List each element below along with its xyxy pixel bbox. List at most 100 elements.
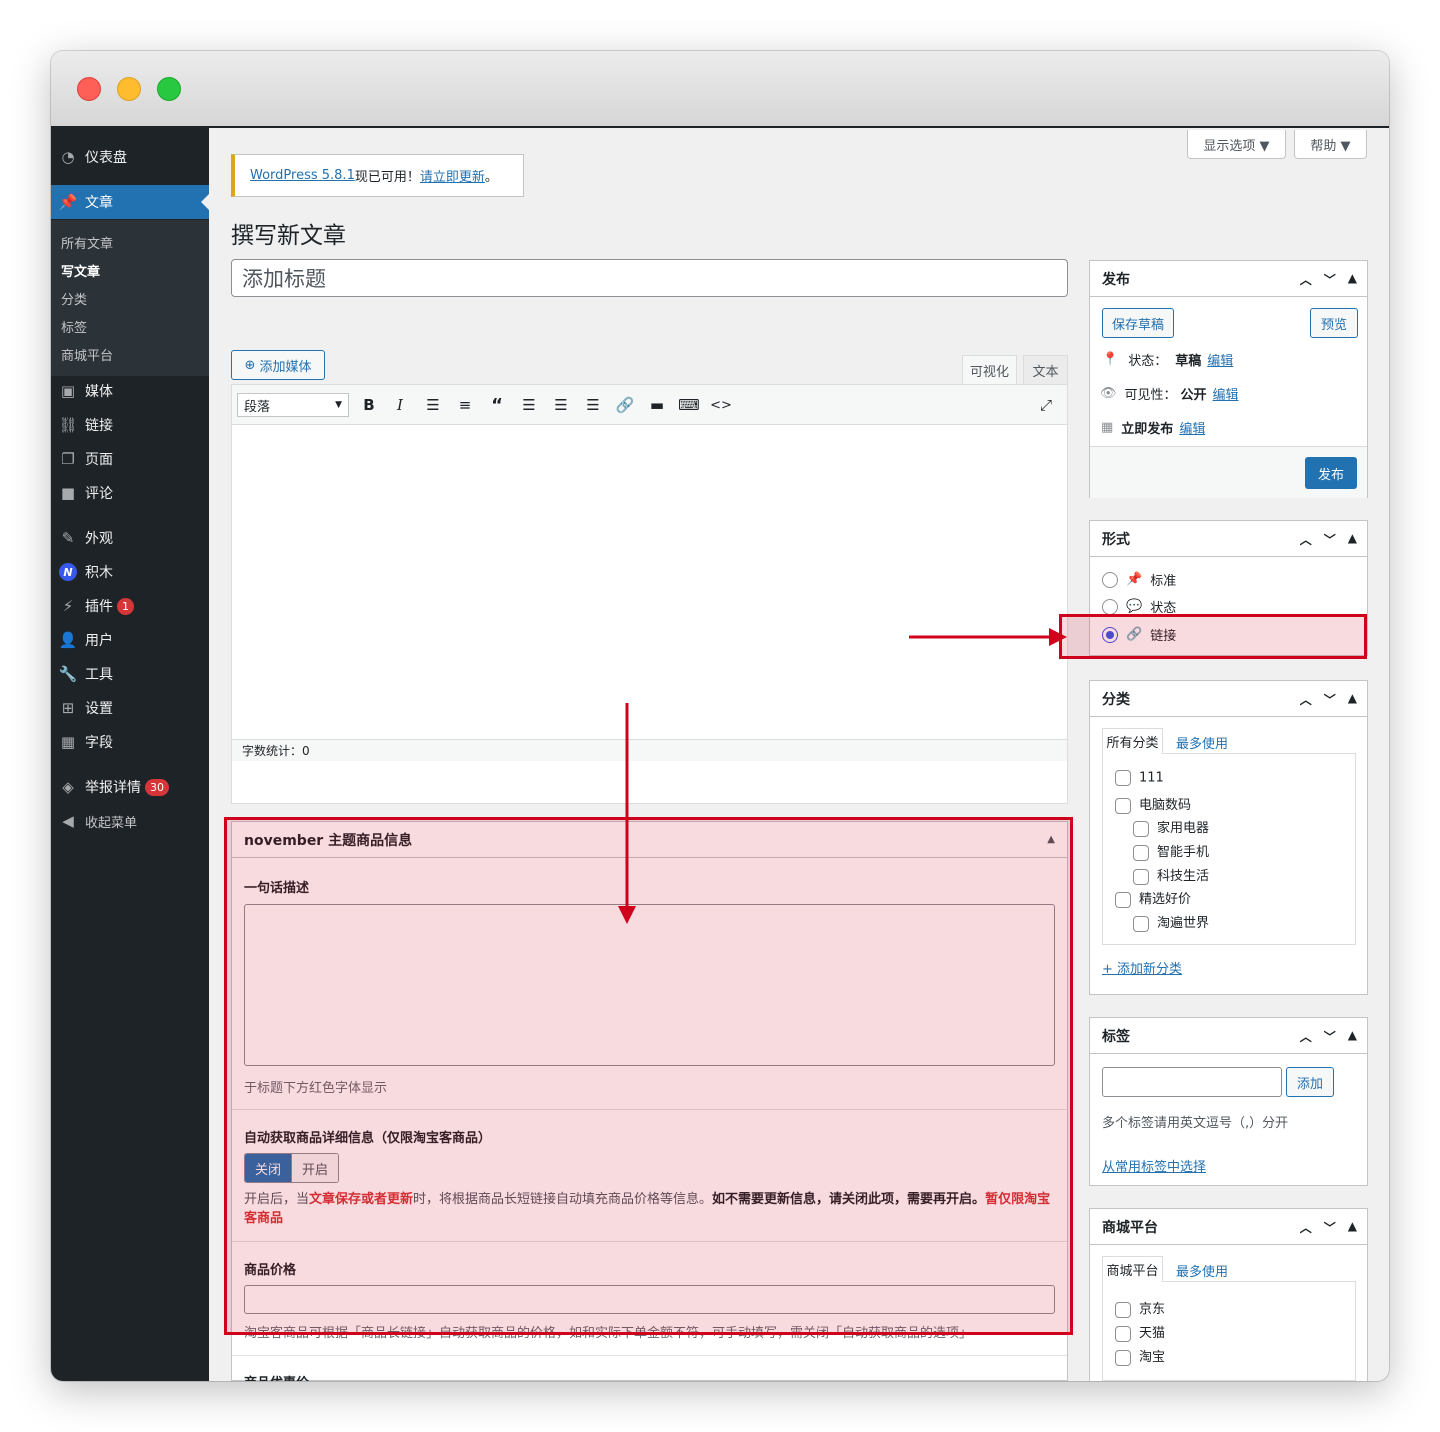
move-down-icon[interactable]: ﹀ — [1324, 691, 1336, 708]
menu-item-users[interactable]: 👤 用户 — [51, 623, 209, 657]
editor-content-area[interactable] — [232, 426, 1067, 739]
align-center-icon[interactable]: ☰ — [549, 393, 573, 417]
fullscreen-icon[interactable]: ⤢ — [1034, 393, 1058, 417]
move-down-icon[interactable]: ﹀ — [1324, 1219, 1336, 1236]
calendar-icon: ▦ — [1101, 420, 1114, 435]
menu-item-reports[interactable]: ◈ 举报详情 30 — [51, 770, 209, 804]
menu-item-media[interactable]: ▣ 媒体 — [51, 374, 209, 408]
move-down-icon[interactable]: ﹀ — [1324, 1028, 1336, 1045]
visibility-row: 👁 可见性： 公开 编辑 — [1100, 384, 1239, 403]
tab-all-malls[interactable]: 商城平台 — [1102, 1256, 1163, 1282]
help-button[interactable]: 帮助 ▼ — [1294, 130, 1367, 159]
toggle-panel-icon[interactable]: ▲ — [1348, 531, 1357, 548]
category-item[interactable]: 淘遍世界 — [1133, 912, 1209, 932]
mall-item[interactable]: 淘宝 — [1115, 1346, 1165, 1366]
choose-tags-link[interactable]: 从常用标签中选择 — [1102, 1156, 1206, 1175]
menu-item-settings[interactable]: ⊞ 设置 — [51, 691, 209, 725]
publish-actions: 发布 — [1090, 446, 1367, 498]
category-item[interactable]: 科技生活 — [1133, 865, 1209, 885]
move-up-icon[interactable]: ︿ — [1300, 531, 1312, 548]
add-tag-button[interactable]: 添加 — [1286, 1067, 1334, 1097]
edit-status-link[interactable]: 编辑 — [1207, 350, 1233, 369]
italic-icon[interactable]: I — [388, 393, 412, 417]
submenu-tags[interactable]: 标签 — [61, 317, 87, 336]
tags-box-header: 标签 ︿ ﹀ ▲ — [1090, 1018, 1367, 1054]
screen-options-button[interactable]: 显示选项 ▼ — [1187, 130, 1286, 159]
insert-link-icon[interactable]: 🔗 — [613, 393, 637, 417]
radio-standard[interactable] — [1102, 571, 1118, 588]
align-left-icon[interactable]: ☰ — [517, 393, 541, 417]
align-right-icon[interactable]: ☰ — [581, 393, 605, 417]
toggle-panel-icon[interactable]: ▲ — [1348, 1028, 1357, 1045]
add-media-button[interactable]: ⊕ 添加媒体 — [231, 350, 325, 380]
category-item[interactable]: 家用电器 — [1133, 817, 1209, 837]
publish-button[interactable]: 发布 — [1305, 457, 1357, 489]
submenu-all-posts[interactable]: 所有文章 — [61, 233, 113, 252]
code-icon[interactable]: <> — [709, 393, 733, 417]
menu-item-posts[interactable]: 📌 文章 — [51, 185, 209, 219]
save-draft-button[interactable]: 保存草稿 — [1102, 308, 1174, 338]
tag-input[interactable] — [1102, 1067, 1282, 1097]
menu-item-comments[interactable]: ■ 评论 — [51, 476, 209, 510]
move-up-icon[interactable]: ︿ — [1300, 271, 1312, 288]
maximize-window-button[interactable] — [157, 77, 181, 101]
paragraph-format-select[interactable]: 段落 ▼ — [237, 393, 349, 417]
wordpress-version-link[interactable]: WordPress 5.8.1 — [250, 168, 355, 183]
category-item[interactable]: 111 — [1115, 770, 1164, 786]
update-now-link[interactable]: 请立即更新 — [420, 166, 485, 185]
menu-item-blocks[interactable]: N 积木 — [51, 555, 209, 589]
tab-visual[interactable]: 可视化 — [962, 355, 1017, 385]
format-option-standard[interactable]: 📌 标准 — [1102, 570, 1176, 589]
tab-popular-malls[interactable]: 最多使用 — [1176, 1261, 1228, 1280]
update-notice: WordPress 5.8.1 现已可用！ 请立即更新。 — [231, 154, 524, 197]
menu-item-links[interactable]: ⛓ 链接 — [51, 408, 209, 442]
menu-item-plugins[interactable]: ⚡ 插件 1 — [51, 589, 209, 623]
toggle-panel-icon[interactable]: ▲ — [1348, 1219, 1357, 1236]
preview-button[interactable]: 预览 — [1310, 308, 1358, 338]
toolbar-toggle-icon[interactable]: ⌨ — [677, 393, 701, 417]
edit-schedule-link[interactable]: 编辑 — [1179, 418, 1205, 437]
collapse-menu-button[interactable]: ◀ 收起菜单 — [51, 804, 209, 838]
post-title-input[interactable]: 添加标题 — [231, 259, 1068, 297]
menu-item-dashboard[interactable]: ◔ 仪表盘 — [51, 140, 209, 174]
move-down-icon[interactable]: ﹀ — [1324, 531, 1336, 548]
bold-icon[interactable]: B — [357, 393, 381, 417]
chevron-down-icon: ▼ — [335, 400, 342, 410]
submenu-mall-platform[interactable]: 商城平台 — [61, 345, 113, 364]
tab-all-categories[interactable]: 所有分类 — [1102, 728, 1163, 754]
menu-item-pages[interactable]: ❐ 页面 — [51, 442, 209, 476]
mall-item[interactable]: 天猫 — [1115, 1322, 1165, 1342]
minimize-window-button[interactable] — [117, 77, 141, 101]
close-window-button[interactable] — [77, 77, 101, 101]
dashboard-icon: ◔ — [61, 148, 75, 166]
blockquote-icon[interactable]: “ — [485, 393, 509, 417]
mall-item[interactable]: 京东 — [1115, 1298, 1165, 1318]
pin-icon: 📌 — [58, 193, 78, 211]
move-down-icon[interactable]: ﹀ — [1324, 271, 1336, 288]
category-item[interactable]: 智能手机 — [1133, 841, 1209, 861]
toggle-panel-icon[interactable]: ▲ — [1348, 271, 1357, 288]
menu-item-tools[interactable]: 🔧 工具 — [51, 657, 209, 691]
browser-window: ◔ 仪表盘 📌 文章 所有文章 写文章 分类 标签 商城平台 ▣ 媒体 ⛓ 链接 ❐ 页面… — [51, 51, 1389, 1381]
category-item[interactable]: 电脑数码 — [1115, 794, 1191, 814]
submenu-new-post[interactable]: 写文章 — [61, 261, 100, 280]
toggle-panel-icon[interactable]: ▲ — [1348, 691, 1357, 708]
add-new-category-link[interactable]: + 添加新分类 — [1102, 958, 1182, 977]
menu-item-fields[interactable]: ▦ 字段 — [51, 725, 209, 759]
bullet-list-icon[interactable]: ☰ — [421, 393, 445, 417]
numbered-list-icon[interactable]: ≡ — [453, 393, 477, 417]
radio-status[interactable] — [1102, 598, 1118, 615]
menu-item-appearance[interactable]: ✎ 外观 — [51, 521, 209, 555]
submenu-categories[interactable]: 分类 — [61, 289, 87, 308]
mall-platform-box-header: 商城平台 ︿ ﹀ ▲ — [1090, 1209, 1367, 1245]
read-more-icon[interactable]: ▬ — [645, 393, 669, 417]
categories-box-header: 分类 ︿ ﹀ ▲ — [1090, 681, 1367, 717]
move-up-icon[interactable]: ︿ — [1300, 1219, 1312, 1236]
edit-visibility-link[interactable]: 编辑 — [1213, 384, 1239, 403]
category-item[interactable]: 精选好价 — [1115, 888, 1191, 908]
link-icon: ⛓ — [58, 416, 78, 434]
tab-popular-categories[interactable]: 最多使用 — [1176, 733, 1228, 752]
move-up-icon[interactable]: ︿ — [1300, 691, 1312, 708]
tab-text[interactable]: 文本 — [1023, 355, 1068, 384]
move-up-icon[interactable]: ︿ — [1300, 1028, 1312, 1045]
